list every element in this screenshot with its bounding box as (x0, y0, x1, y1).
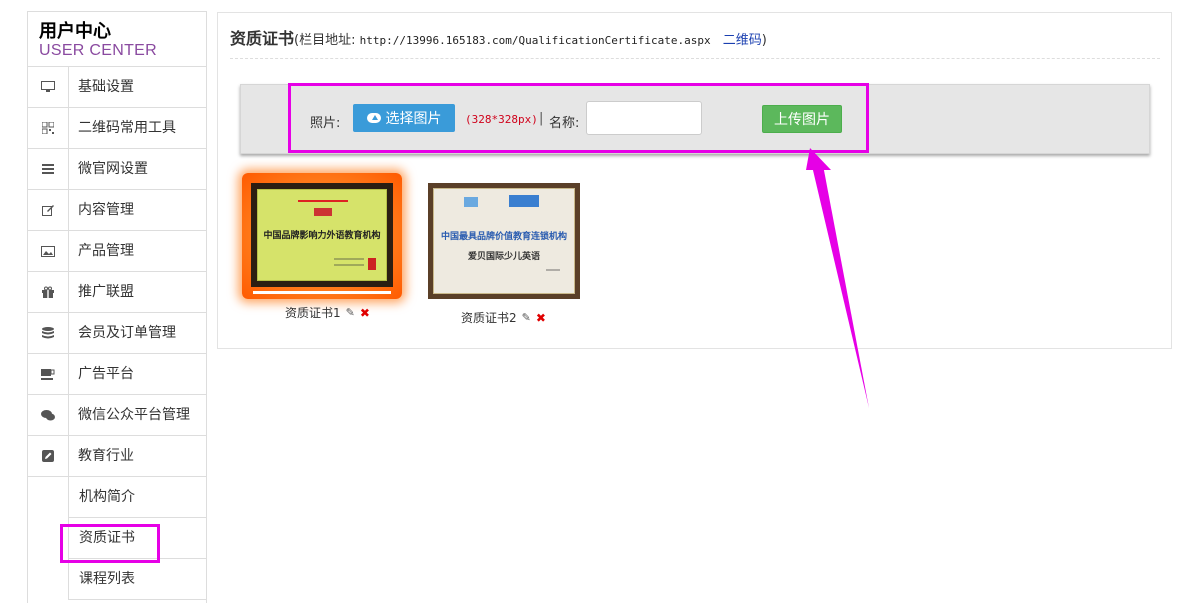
certificate-plaque: 中国最具品牌价值教育连锁机构 爱贝国际少儿英语 (433, 188, 575, 294)
plaque-subtext: 爱贝国际少儿英语 (467, 252, 540, 262)
certificate-item: 中国品牌影响力外语教育机构 资质证书1 ✎ ✖ (242, 173, 402, 333)
monitor-icon (28, 67, 69, 107)
certificate-thumbnail[interactable]: 中国品牌影响力外语教育机构 (242, 173, 402, 299)
sidebar-subitem-label: 资质证书 (79, 530, 135, 546)
page-url: http://13996.165183.com/QualificationCer… (359, 34, 711, 47)
cloud-upload-icon (366, 113, 381, 123)
page-heading: 资质证书(栏目地址: http://13996.165183.com/Quali… (230, 25, 767, 49)
pencil-icon[interactable]: ✎ (346, 306, 355, 319)
sidebar-item-label: 内容管理 (78, 202, 134, 218)
qrcode-icon (28, 108, 69, 148)
certificate-name: 资质证书2 (461, 311, 517, 325)
sidebar-subitem-label: 课程列表 (79, 571, 135, 587)
sidebar-item-basic-settings[interactable]: 基础设置 (28, 67, 206, 108)
sidebar-subitem-courses[interactable]: 课程列表 (68, 559, 206, 600)
list-icon (28, 149, 69, 189)
sidebar-item-members-orders[interactable]: 会员及订单管理 (28, 313, 206, 354)
sidebar-header: 用户中心 USER CENTER (28, 11, 206, 67)
qrcode-link[interactable]: 二维码 (723, 33, 762, 48)
sidebar-item-label: 二维码常用工具 (78, 120, 176, 136)
certificate-caption: 资质证书1 ✎ ✖ (285, 304, 370, 321)
photo-label: 照片: (310, 116, 341, 131)
pencil-icon[interactable]: ✎ (522, 311, 531, 324)
sidebar-item-label: 广告平台 (78, 366, 134, 382)
sidebar-item-microsite-settings[interactable]: 微官网设置 (28, 149, 206, 190)
sidebar-item-education[interactable]: 教育行业 (28, 436, 206, 477)
certificate-caption: 资质证书2 ✎ ✖ (461, 309, 546, 326)
sidebar-item-product-management[interactable]: 产品管理 (28, 231, 206, 272)
sidebar-item-label: 微官网设置 (78, 161, 148, 177)
sidebar-subtitle: USER CENTER (39, 42, 157, 59)
separator: | (539, 111, 544, 126)
sidebar-item-wechat-platform[interactable]: 微信公众平台管理 (28, 395, 206, 436)
database-icon (28, 313, 69, 353)
sidebar-subitem-label: 机构简介 (79, 489, 135, 505)
sidebar-item-label: 基础设置 (78, 79, 134, 95)
delete-icon[interactable]: ✖ (536, 311, 546, 325)
choose-image-button[interactable]: 选择图片 (353, 104, 455, 132)
name-label: 名称: (549, 116, 580, 131)
pencil-square-icon (28, 436, 69, 476)
url-suffix: ) (761, 33, 767, 48)
sidebar-item-label: 教育行业 (78, 448, 134, 464)
edit-icon (28, 190, 69, 230)
sidebar-item-qrcode-tools[interactable]: 二维码常用工具 (28, 108, 206, 149)
gift-icon (28, 272, 69, 312)
name-input[interactable] (586, 101, 702, 135)
chat-icon (28, 395, 69, 435)
certificate-name: 资质证书1 (285, 306, 341, 320)
plaque-text: 中国品牌影响力外语教育机构 (263, 231, 381, 241)
sidebar-item-label: 微信公众平台管理 (78, 407, 190, 423)
sidebar: 用户中心 USER CENTER 基础设置 二维码常用工具 微官网设置 内容管理… (27, 11, 207, 603)
size-hint: (328*328px) (465, 113, 538, 126)
sidebar-item-label: 推广联盟 (78, 284, 134, 300)
heading-divider (230, 58, 1160, 59)
certificate-thumbnail[interactable]: 中国最具品牌价值教育连锁机构 爱贝国际少儿英语 (428, 183, 580, 299)
upload-bar: 照片: 选择图片 (328*328px) | 名称: 上传图片 (240, 84, 1150, 154)
url-prefix: (栏目地址: (294, 33, 356, 48)
upload-image-button[interactable]: 上传图片 (762, 105, 842, 133)
coffee-icon (28, 354, 69, 394)
certificate-item: 中国最具品牌价值教育连锁机构 爱贝国际少儿英语 资质证书2 ✎ ✖ (428, 183, 580, 333)
sidebar-item-label: 会员及订单管理 (78, 325, 176, 341)
sidebar-title: 用户中心 (39, 21, 111, 42)
delete-icon[interactable]: ✖ (360, 306, 370, 320)
page-title: 资质证书 (230, 29, 295, 48)
sidebar-item-label: 产品管理 (78, 243, 134, 259)
sidebar-item-ad-platform[interactable]: 广告平台 (28, 354, 206, 395)
sidebar-item-content-management[interactable]: 内容管理 (28, 190, 206, 231)
certificate-plaque: 中国品牌影响力外语教育机构 (251, 183, 393, 287)
sidebar-subitem-certificates[interactable]: 资质证书 (68, 518, 206, 559)
sidebar-item-affiliate[interactable]: 推广联盟 (28, 272, 206, 313)
image-icon (28, 231, 69, 271)
plaque-text: 中国最具品牌价值教育连锁机构 (440, 232, 567, 242)
main-panel: 资质证书(栏目地址: http://13996.165183.com/Quali… (217, 12, 1172, 349)
choose-image-label: 选择图片 (385, 111, 442, 127)
sidebar-subitem-about[interactable]: 机构简介 (68, 477, 206, 518)
